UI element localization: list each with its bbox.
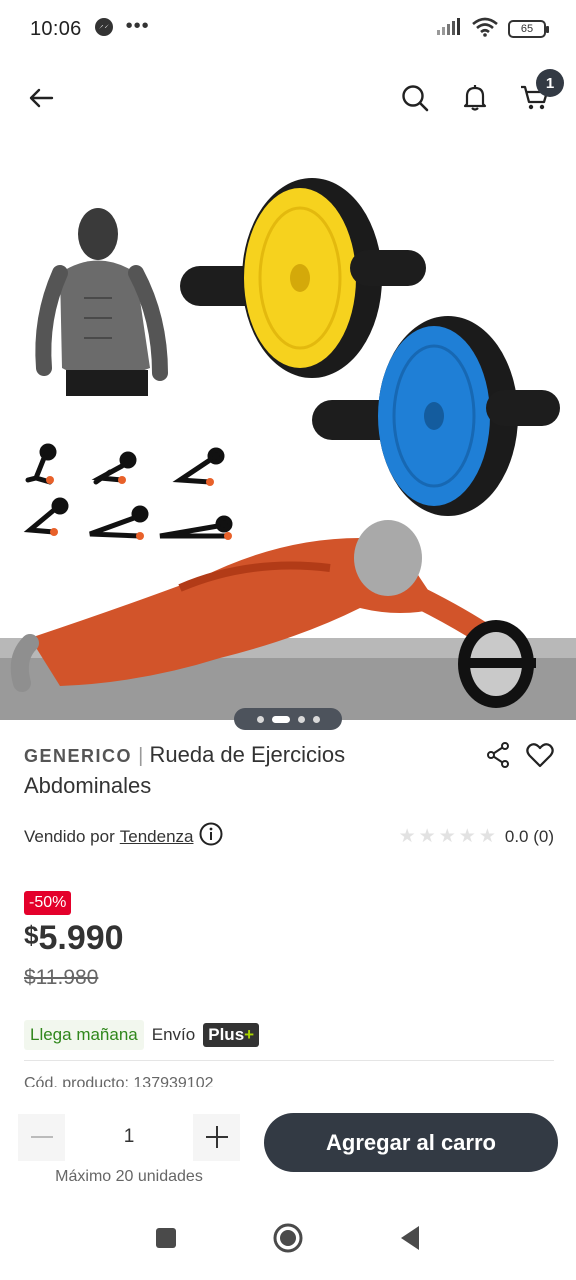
price-value: 5.990 [38, 919, 124, 957]
arrow-left-icon [29, 88, 54, 108]
add-to-cart-button[interactable]: Agregar al carro [264, 1113, 558, 1172]
rating-text: 0.0 (0) [504, 826, 554, 846]
seller-prefix: Vendido por [24, 826, 115, 846]
star-icon: ★ [398, 826, 416, 847]
minus-icon [30, 1136, 53, 1138]
discount-badge: -50% [24, 891, 72, 915]
recents-icon[interactable] [155, 1227, 177, 1254]
wifi-icon [472, 17, 498, 42]
more-notifications-icon: ••• [125, 14, 150, 37]
divider [24, 1060, 554, 1061]
product-code: Cód. producto: 137939102 [24, 1075, 214, 1087]
star-icon: ★ [418, 826, 436, 847]
max-units-text: Máximo 20 unidades [55, 1168, 203, 1185]
exercise-steps [23, 443, 233, 539]
product-image[interactable] [0, 138, 576, 720]
product-info: GENERICO | Rueda de Ejercicios Abdominal… [24, 740, 554, 1087]
current-price: $5.990 [24, 919, 554, 958]
star-icon: ★ [458, 826, 476, 847]
yellow-ab-wheel [180, 178, 426, 378]
search-button[interactable] [400, 83, 430, 113]
notifications-button[interactable] [460, 83, 490, 113]
plus-badge: Plus+ [203, 1023, 260, 1047]
plus-label: Plus [208, 1025, 245, 1044]
decrease-qty-button[interactable] [18, 1113, 65, 1161]
rating[interactable]: ★ ★ ★ ★ ★ 0.0 (0) [399, 825, 554, 848]
top-nav: 1 [0, 58, 576, 138]
plus-icon [205, 1126, 228, 1148]
increase-qty-button[interactable] [193, 1113, 240, 1161]
battery-icon: 65 [508, 20, 549, 38]
athlete-illustration [35, 208, 168, 396]
carousel-indicator[interactable] [234, 708, 342, 730]
delivery-tag: Llega mañana [24, 1020, 144, 1050]
carousel-dot[interactable] [256, 715, 264, 723]
quantity-value[interactable]: 1 [65, 1126, 193, 1148]
plus-sign: + [244, 1025, 255, 1044]
original-price: $11.980 [24, 966, 99, 989]
star-icon: ★ [478, 826, 496, 847]
brand-separator: | [138, 745, 144, 767]
home-icon[interactable] [273, 1223, 303, 1258]
search-icon [402, 85, 429, 112]
seller-link[interactable]: Tendenza [120, 827, 194, 847]
shipping-label: Envío [151, 1025, 196, 1044]
carousel-dot-active[interactable] [271, 715, 290, 723]
back-nav-icon[interactable] [399, 1225, 421, 1256]
system-nav-bar [0, 1200, 576, 1280]
purchase-bar: 1 Máximo 20 unidades Agregar al carro [0, 1088, 576, 1200]
star-icon: ★ [438, 826, 456, 847]
cart-count-badge: 1 [536, 69, 564, 97]
delivery-row: Llega mañana Envío Plus+ [24, 1020, 554, 1050]
signal-icon [436, 17, 462, 41]
quantity-stepper: 1 [18, 1113, 240, 1161]
bell-icon [463, 85, 487, 111]
carousel-dot[interactable] [297, 715, 305, 723]
info-icon[interactable] [199, 822, 223, 851]
messenger-icon [94, 17, 114, 42]
share-icon[interactable] [486, 742, 510, 773]
product-title: GENERICO | Rueda de Ejercicios Abdominal… [24, 740, 464, 800]
status-time: 10:06 [30, 17, 82, 40]
heart-icon[interactable] [526, 742, 554, 773]
brand-name[interactable]: GENERICO [24, 746, 132, 766]
back-button[interactable] [26, 83, 56, 113]
status-bar: 10:06 ••• 65 [0, 0, 576, 58]
cart-button[interactable]: 1 [520, 69, 564, 113]
currency-symbol: $ [24, 920, 39, 950]
carousel-dot[interactable] [312, 715, 320, 723]
